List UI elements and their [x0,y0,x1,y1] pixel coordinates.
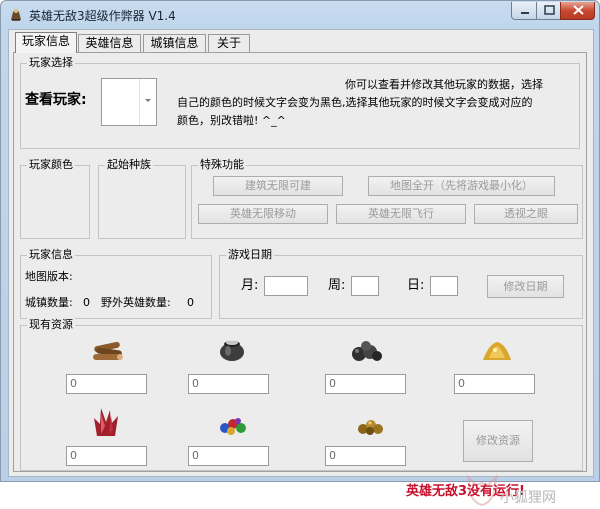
hero-unlimited-fly-button[interactable]: 英雄无限飞行 [336,204,466,224]
build-unlimited-button[interactable]: 建筑无限可建 [213,176,343,196]
tab-player-info[interactable]: 玩家信息 [15,32,77,53]
client-area: 玩家信息 英雄信息 城镇信息 关于 玩家选择 查看玩家: 你可以查看并修改其他玩… [8,29,594,507]
modify-date-button[interactable]: 修改日期 [487,275,564,298]
app-window: 英雄无敌3超级作弊器 V1.4 玩家信息 英雄信息 城镇信息 关于 玩家选择 查… [0,0,600,507]
day-label: 日: [407,278,425,293]
resources-title: 现有资源 [27,318,75,332]
gems-icon [220,418,246,435]
help-text-line-1: 你可以查看并修改其他玩家的数据，选择 [345,78,543,91]
special-functions-title: 特殊功能 [198,158,246,172]
help-text-line-2: 自己的颜色的时候文字会变为黑色,选择其他玩家的时候文字会变成对应的 [177,96,533,109]
wild-heroes-label: 野外英雄数量: [101,296,171,309]
tab-hero-info[interactable]: 英雄信息 [78,34,141,52]
watermark-text: 小狐狸网 [500,490,556,506]
map-version-label: 地图版本: [25,270,73,283]
maximize-icon [544,5,555,15]
hero-unlimited-move-button[interactable]: 英雄无限移动 [198,204,328,224]
combo-arrow[interactable] [139,79,156,125]
chevron-down-icon [145,99,151,102]
close-button[interactable] [560,2,595,20]
window-title: 英雄无敌3超级作弊器 V1.4 [29,9,176,23]
minimize-icon [521,12,529,14]
gold-input[interactable]: 0 [325,446,406,466]
gold-icon [358,420,383,435]
title-bar: 英雄无敌3超级作弊器 V1.4 [1,1,599,27]
town-count-value: 0 [83,296,90,309]
see-through-eye-button[interactable]: 透视之眼 [474,204,578,224]
week-input[interactable] [351,276,379,296]
mercury-input[interactable]: 0 [188,374,269,394]
start-race-title: 起始种族 [105,158,153,172]
town-count-label: 城镇数量: [25,296,73,309]
map-open-button[interactable]: 地图全开（先将游戏最小化） [368,176,555,196]
resources-group: 现有资源 0 0 0 0 0 0 0 修改资源 [20,318,583,471]
week-label: 周: [328,278,346,293]
tab-town-info[interactable]: 城镇信息 [143,34,206,52]
special-functions-group: 特殊功能 建筑无限可建 地图全开（先将游戏最小化） 英雄无限移动 英雄无限飞行 … [191,158,583,239]
sulfur-icon [483,342,511,360]
day-input[interactable] [430,276,458,296]
player-info-group: 玩家信息 地图版本: 城镇数量: 0 野外英雄数量: 0 [20,248,212,319]
player-color-title: 玩家颜色 [27,158,75,172]
wild-heroes-value: 0 [187,296,194,309]
month-input[interactable] [264,276,308,296]
wood-input[interactable]: 0 [66,374,147,394]
ore-icon [352,341,382,361]
crystal-input[interactable]: 0 [66,446,147,466]
crystal-icon [94,408,118,436]
start-race-group: 起始种族 [98,158,186,239]
player-select-title: 玩家选择 [27,56,75,70]
month-label: 月: [241,278,259,293]
maximize-button[interactable] [536,2,561,20]
game-date-title: 游戏日期 [226,248,274,262]
ore-input[interactable]: 0 [325,374,406,394]
game-date-group: 游戏日期 月: 周: 日: 修改日期 [219,248,583,319]
player-select-combo[interactable] [101,78,157,126]
sulfur-input[interactable]: 0 [454,374,535,394]
minimize-button[interactable] [511,2,537,20]
close-icon [573,5,584,15]
view-player-label: 查看玩家: [25,92,87,108]
modify-resources-button[interactable]: 修改资源 [463,420,533,462]
player-color-group: 玩家颜色 [20,158,90,239]
player-select-group: 玩家选择 查看玩家: 你可以查看并修改其他玩家的数据，选择 自己的颜色的时候文字… [20,56,580,149]
tab-about[interactable]: 关于 [208,34,250,52]
player-info-panel: 玩家选择 查看玩家: 你可以查看并修改其他玩家的数据，选择 自己的颜色的时候文字… [13,52,587,507]
gems-input[interactable]: 0 [188,446,269,466]
mercury-icon [220,341,244,361]
app-icon [11,9,21,21]
help-text-line-3: 颜色，别改错啦! ^_^ [177,114,286,127]
player-info-title: 玩家信息 [27,248,75,262]
wood-icon [93,341,123,360]
